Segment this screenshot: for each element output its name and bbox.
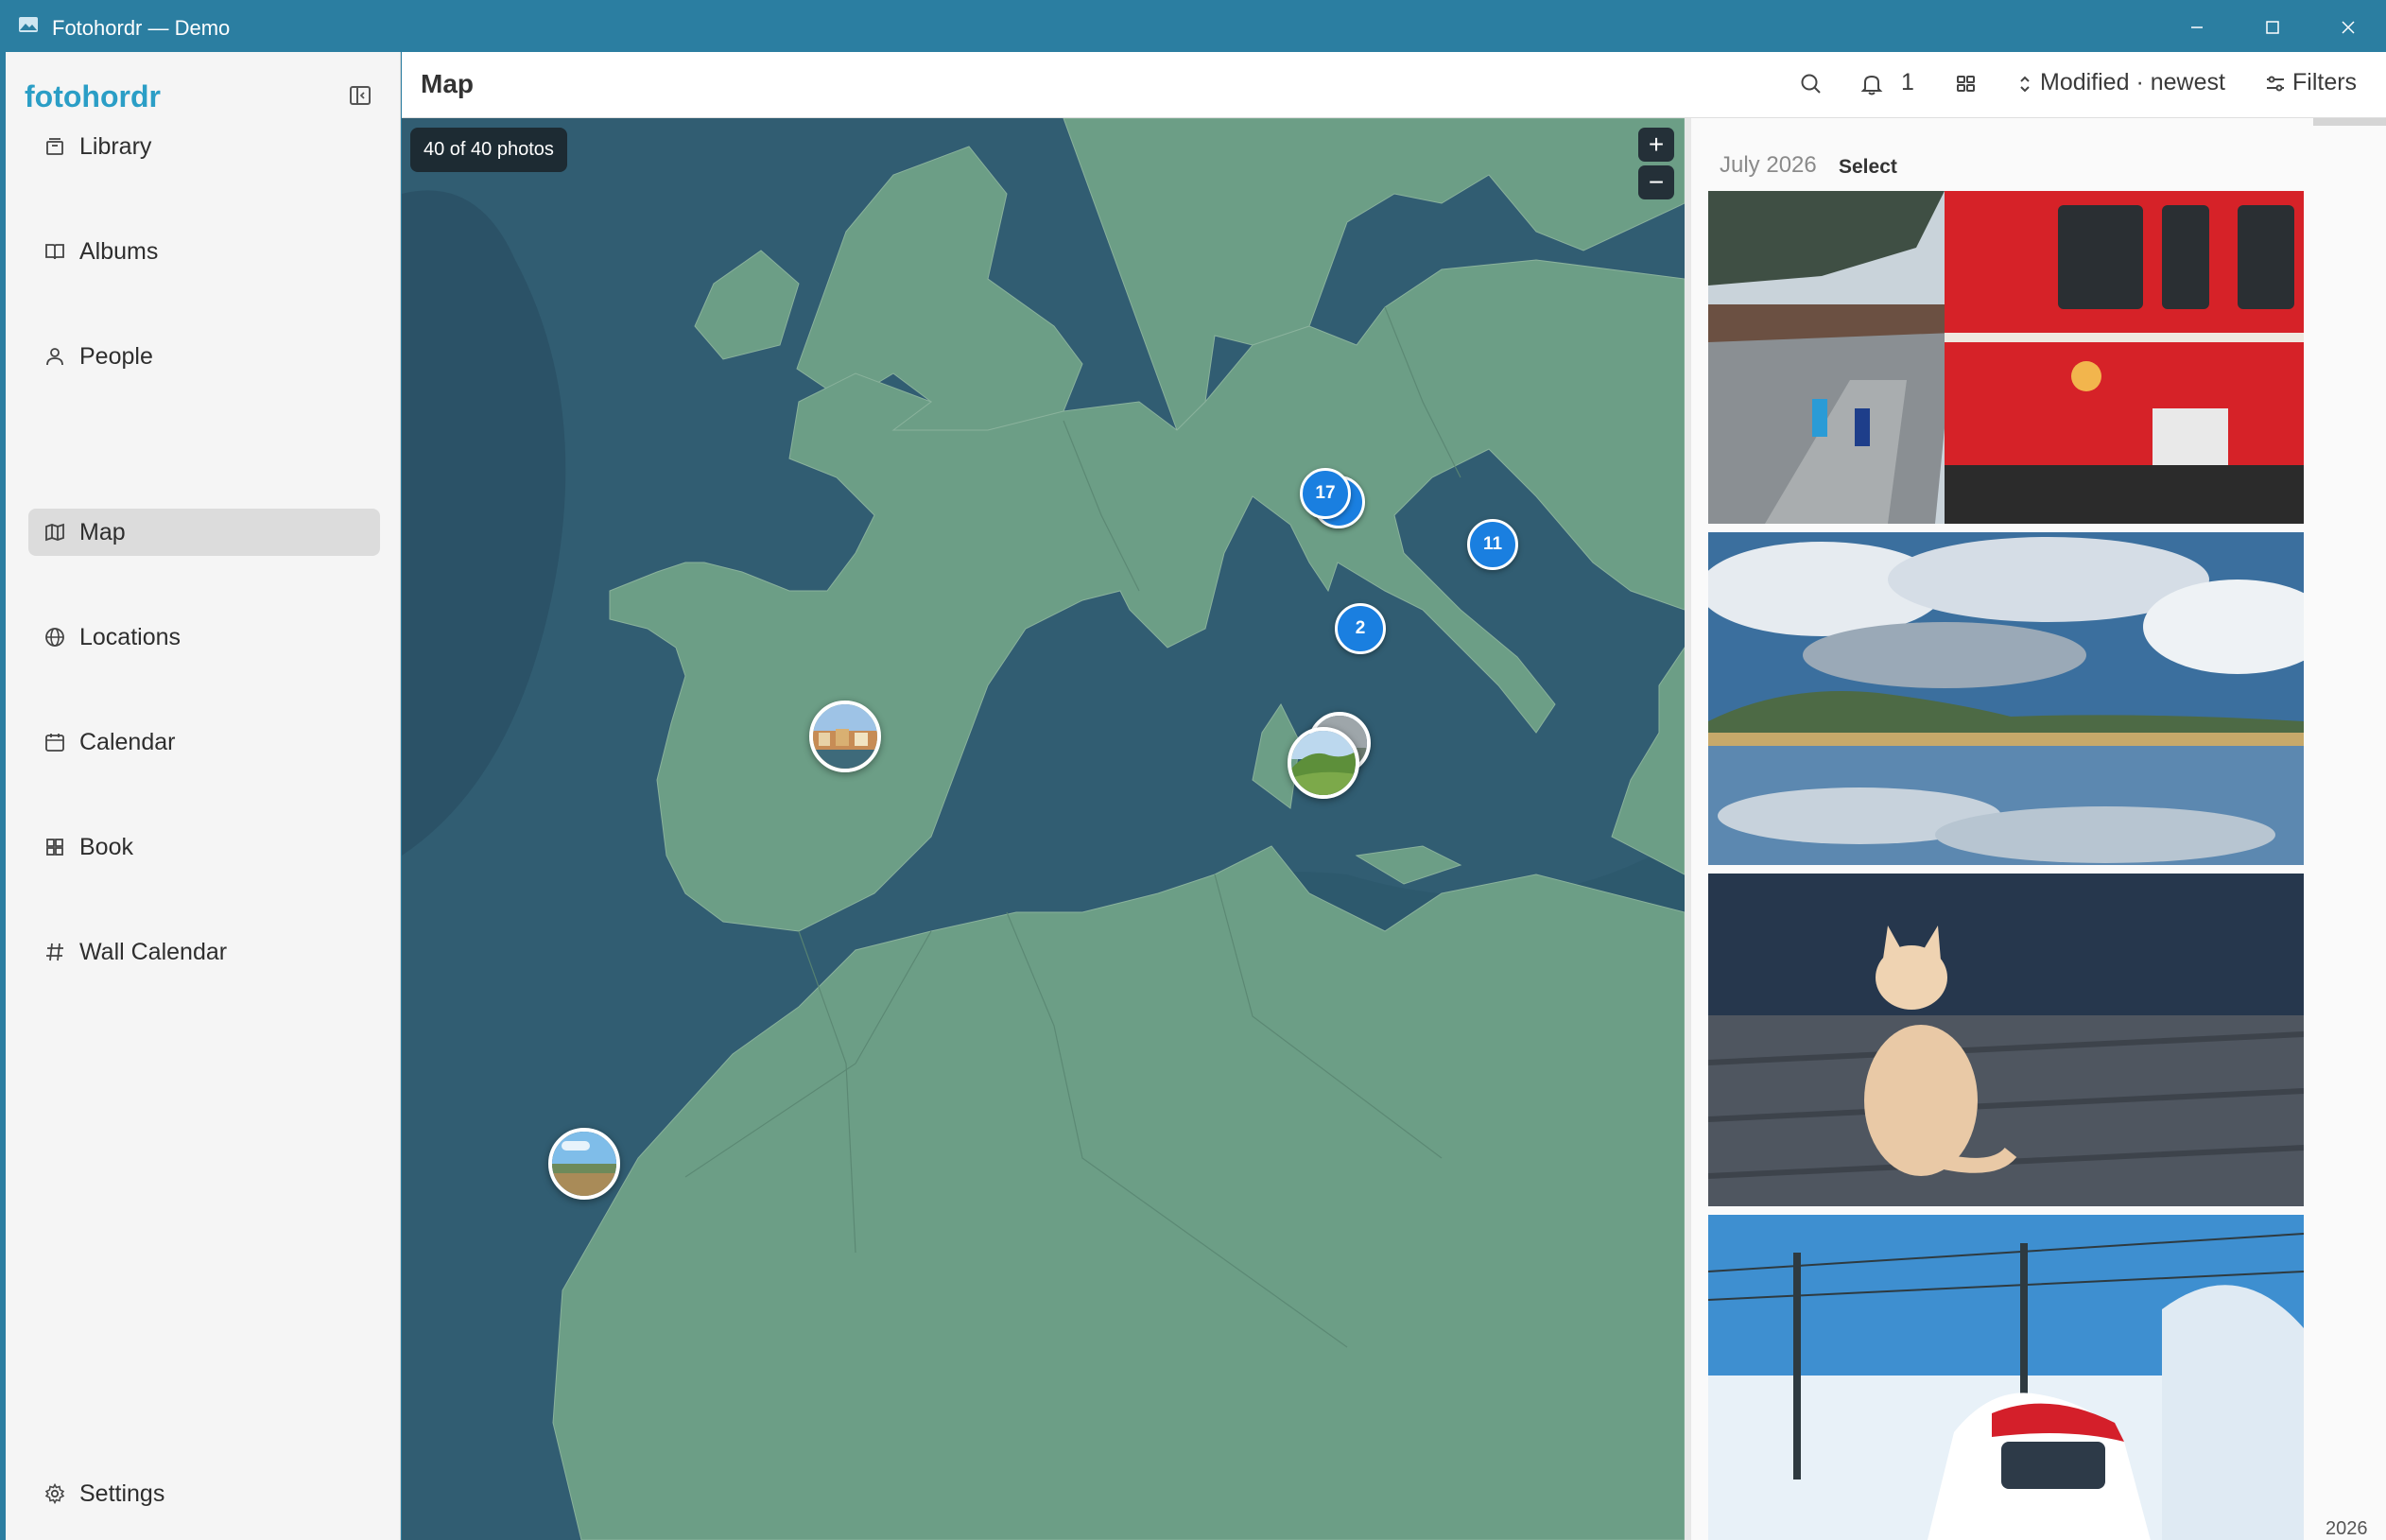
page-title: Map xyxy=(421,69,474,98)
photo-item[interactable] xyxy=(1708,532,2304,865)
sidebar-item-albums[interactable]: Albums xyxy=(28,228,380,275)
sidebar-item-calendar[interactable]: Calendar xyxy=(28,718,380,766)
close-button[interactable] xyxy=(2310,3,2386,52)
cluster-count: 11 xyxy=(1482,534,1503,554)
notification-count: 1 xyxy=(1901,69,1914,95)
sidebar-item-map[interactable]: Map xyxy=(28,509,380,556)
sidebar-item-label: Map xyxy=(79,518,126,545)
sidebar-item-settings[interactable]: Settings xyxy=(28,1470,380,1517)
app-window: Fotohordr — Demo fotohordr Library Album… xyxy=(0,0,2386,1540)
top-bar: Map 1 Modified · newest Filters xyxy=(402,52,2386,118)
zoom-out-button[interactable]: − xyxy=(1638,165,1674,199)
cluster-count: 2 xyxy=(1355,618,1366,638)
zoom-in-button[interactable]: + xyxy=(1638,128,1674,162)
map-view[interactable]: 40 of 40 photos + − 17 11 2 xyxy=(402,118,1685,1540)
sidebar-item-wall-calendar[interactable]: Wall Calendar xyxy=(28,928,380,976)
map-photo-marker[interactable] xyxy=(809,701,881,772)
map-photo-marker[interactable] xyxy=(1288,727,1359,799)
book-open-icon xyxy=(45,244,64,260)
sort-label: Modified · newest xyxy=(2040,69,2225,95)
photo-thumbnail xyxy=(1291,731,1356,795)
select-button[interactable]: Select xyxy=(1839,156,1897,179)
gear-icon xyxy=(44,1482,65,1505)
photo-image-cat xyxy=(1708,874,2304,1206)
map-icon xyxy=(45,523,64,542)
minimize-icon xyxy=(2191,26,2203,28)
map-photo-marker[interactable] xyxy=(548,1128,620,1200)
title-bar: Fotohordr — Demo xyxy=(3,3,2386,52)
sort-chevrons-icon xyxy=(2020,76,2030,93)
photo-image-lake-reflection xyxy=(1708,532,2304,865)
sidebar-collapse-icon[interactable] xyxy=(348,83,372,108)
filters-label: Filters xyxy=(2292,69,2358,95)
grid-icon xyxy=(46,839,63,856)
photo-count-badge: 40 of 40 photos xyxy=(410,128,567,172)
sidebar-item-locations[interactable]: Locations xyxy=(28,614,380,661)
sidebar: fotohordr Library Albums People Map Loca… xyxy=(6,52,401,1540)
sidebar-item-people[interactable]: People xyxy=(28,333,380,380)
close-icon xyxy=(2342,21,2355,34)
app-icon xyxy=(19,17,38,32)
sidebar-item-label: Albums xyxy=(79,237,159,265)
scrollbar[interactable] xyxy=(2313,118,2386,126)
map-background xyxy=(402,118,1685,1540)
map-cluster-marker[interactable]: 17 xyxy=(1300,468,1351,519)
calendar-icon xyxy=(45,734,64,752)
month-heading: July 2026 xyxy=(1720,152,1817,178)
maximize-icon xyxy=(2266,21,2279,34)
brand-logo: fotohordr xyxy=(25,79,161,113)
sidebar-item-label: Library xyxy=(79,132,152,160)
sidebar-item-label: Locations xyxy=(79,623,182,650)
globe-icon xyxy=(45,628,64,647)
archive-icon xyxy=(46,138,63,155)
search-icon[interactable] xyxy=(1798,71,1824,97)
sidebar-item-label: People xyxy=(79,342,153,370)
sidebar-item-label: Calendar xyxy=(79,728,176,755)
year-scroll-label: 2026 xyxy=(2325,1518,2368,1539)
map-cluster-marker[interactable]: 2 xyxy=(1335,603,1386,654)
sidebar-item-label: Wall Calendar xyxy=(79,938,228,965)
map-cluster-marker[interactable]: 11 xyxy=(1467,519,1518,570)
photo-item[interactable] xyxy=(1708,191,2304,524)
bell-icon[interactable] xyxy=(1859,71,1885,97)
cluster-count: 17 xyxy=(1315,483,1336,503)
filter-icon xyxy=(2267,76,2284,92)
photo-item[interactable] xyxy=(1708,874,2304,1206)
photo-item[interactable] xyxy=(1708,1215,2304,1540)
window-title: Fotohordr — Demo xyxy=(52,16,231,40)
photo-thumbnail xyxy=(552,1132,616,1196)
sidebar-item-book[interactable]: Book xyxy=(28,823,380,871)
minimize-button[interactable] xyxy=(2159,3,2235,52)
maximize-button[interactable] xyxy=(2235,3,2310,52)
sidebar-item-library[interactable]: Library xyxy=(28,123,380,170)
panel-divider[interactable] xyxy=(1685,118,1691,1540)
settings-label: Settings xyxy=(79,1479,165,1507)
sidebar-item-label: Book xyxy=(79,833,133,860)
photo-thumbnail xyxy=(813,704,877,769)
photo-panel: July 2026 Select 2026 xyxy=(1691,118,2386,1540)
photo-image-snow-train xyxy=(1708,1215,2304,1540)
hash-icon xyxy=(46,943,63,961)
layout-grid-icon[interactable] xyxy=(1953,71,1980,97)
photo-image-red-train xyxy=(1708,191,2304,524)
person-icon xyxy=(46,348,63,366)
